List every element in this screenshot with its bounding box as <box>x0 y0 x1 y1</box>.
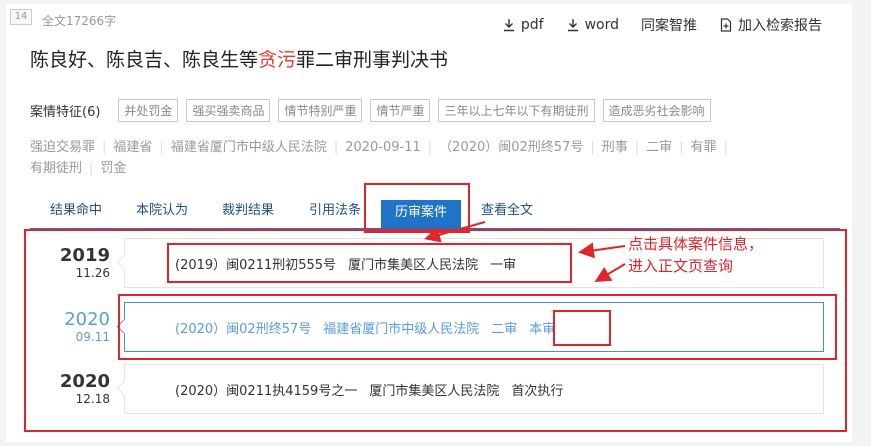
fulltext-length: 全文17266字 <box>42 14 117 28</box>
tab-cited-laws[interactable]: 引用法条 <box>309 200 361 226</box>
tab-hit-results[interactable]: 结果命中 <box>50 200 102 226</box>
annotation-note: 点击具体案件信息， 进入正文页查询 <box>628 233 763 277</box>
annotation-line: 进入正文页查询 <box>628 257 734 275</box>
tab-court-opinion[interactable]: 本院认为 <box>136 200 188 226</box>
tab-view-fulltext[interactable]: 查看全文 <box>481 200 533 226</box>
feature-tag[interactable]: 并处罚金 <box>118 99 179 122</box>
title-text: 陈良好、陈良吉、陈良生等 <box>30 49 259 71</box>
feature-tag[interactable]: 三年以上七年以下有期徒刑 <box>438 99 595 122</box>
result-index-badge: 14 <box>10 9 32 25</box>
meta-case-number: （2020）闽02刑终57号 <box>439 140 584 155</box>
similar-case-label: 同案智推 <box>641 18 697 34</box>
pdf-download-button[interactable]: pdf <box>502 15 544 35</box>
annotation-box-tab <box>364 183 470 233</box>
case-metadata: 强迫交易罪 | 福建省 | 福建省厦门市中级人民法院 | 2020-09-11 | （2020）… <box>30 140 728 176</box>
word-label: word <box>584 17 619 33</box>
meta-penalty: 罚金 <box>100 161 127 176</box>
meta-cause: 强迫交易罪 <box>30 140 96 155</box>
feature-tag[interactable]: 强买强卖商品 <box>186 99 271 122</box>
document-title[interactable]: 陈良好、陈良吉、陈良生等贪污罪二审刑事判决书 <box>30 45 448 72</box>
title-keyword-highlight: 贪污 <box>258 49 297 71</box>
annotation-box-entry <box>167 243 572 283</box>
feature-tag[interactable]: 造成恶劣社会影响 <box>602 99 711 122</box>
meta-court: 福建省厦门市中级人民法院 <box>170 140 327 155</box>
case-features: 案情特征(6) 并处罚金 强买强卖商品 情节特别严重 情节严重 三年以上七年以下… <box>30 99 719 122</box>
download-icon <box>503 19 514 32</box>
annotation-line: 点击具体案件信息， <box>628 235 764 253</box>
case-features-label: 案情特征(6) <box>30 105 101 120</box>
feature-tag[interactable]: 情节特别严重 <box>278 99 363 122</box>
meta-verdict: 有罪 <box>690 140 717 155</box>
meta-sentence: 有期徒刑 <box>30 161 83 176</box>
meta-date: 2020-09-11 <box>345 140 421 155</box>
similar-case-button[interactable]: 同案智推 <box>641 15 697 35</box>
meta-trial-level: 二审 <box>646 140 673 155</box>
meta-province: 福建省 <box>113 140 153 155</box>
word-download-button[interactable]: word <box>566 15 619 35</box>
add-to-report-label: 加入检索报告 <box>738 18 822 34</box>
pdf-label: pdf <box>520 17 544 33</box>
annotation-box-current-tag <box>553 310 611 346</box>
feature-tag[interactable]: 情节严重 <box>370 99 431 122</box>
add-document-icon <box>720 18 732 32</box>
tab-judgment-result[interactable]: 裁判结果 <box>222 200 274 226</box>
meta-case-type: 刑事 <box>601 140 628 155</box>
toolbar: pdf word 同案智推 加入检索报告 <box>502 15 822 35</box>
add-to-report-button[interactable]: 加入检索报告 <box>719 15 822 35</box>
download-icon <box>567 19 578 32</box>
title-text: 罪二审刑事判决书 <box>296 49 449 71</box>
annotation-box-current-row <box>118 294 837 360</box>
